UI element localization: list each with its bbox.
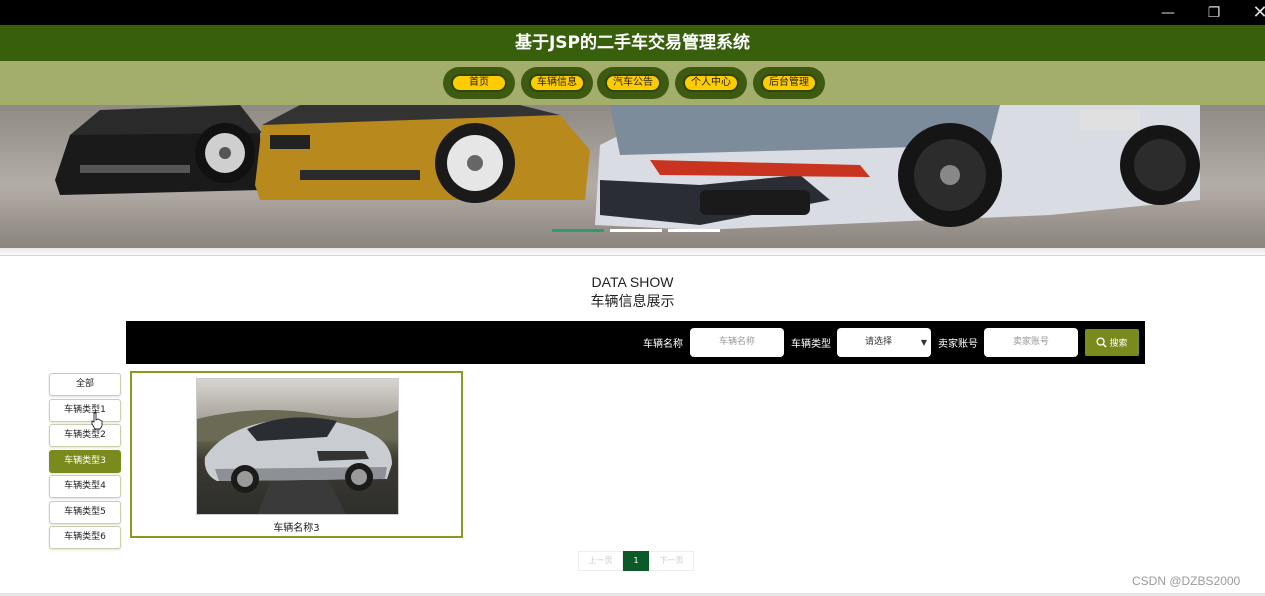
category-type-4[interactable]: 车辆类型4: [49, 475, 121, 498]
section-title-cn: 车辆信息展示: [590, 294, 675, 310]
search-icon: [1096, 337, 1108, 348]
category-type-2[interactable]: 车辆类型2: [49, 424, 121, 447]
slide-indicator-2[interactable]: [610, 229, 662, 232]
search-button[interactable]: 搜索: [1085, 329, 1139, 356]
next-page-button[interactable]: 下一页: [649, 551, 694, 571]
vehicle-image: [196, 378, 399, 515]
watermark: CSDN @DZBS2000: [1132, 574, 1241, 588]
restore-icon[interactable]: ❐: [1192, 0, 1236, 28]
vehicle-name-label: 车辆名称: [643, 339, 683, 350]
main-nav: 首页 车辆信息 汽车公告 个人中心 后台管理: [0, 61, 1265, 105]
search-bar: 车辆名称 车辆名称 车辆类型 请选择 ▼ 卖家账号 卖家账号 搜索: [126, 321, 1145, 364]
slide-indicator-1[interactable]: [552, 229, 604, 232]
hero-banner: [0, 105, 1265, 248]
close-icon[interactable]: ✕: [1238, 0, 1265, 28]
category-type-1[interactable]: 车辆类型1: [49, 399, 121, 422]
vehicle-name-input[interactable]: 车辆名称: [690, 328, 784, 357]
search-button-label: 搜索: [1109, 339, 1128, 349]
vehicle-type-selected: 请选择: [865, 337, 893, 347]
banner-cars-image: [55, 105, 1200, 230]
vehicle-card-name: 车辆名称3: [273, 523, 320, 534]
chevron-down-icon: ▼: [920, 338, 927, 347]
category-type-3[interactable]: 车辆类型3: [49, 450, 121, 473]
category-type-5[interactable]: 车辆类型5: [49, 501, 121, 524]
nav-item-home[interactable]: 首页: [443, 67, 515, 99]
nav-label: 首页: [451, 74, 507, 92]
nav-label: 车辆信息: [529, 74, 585, 92]
nav-item-profile[interactable]: 个人中心: [675, 67, 747, 99]
seller-account-label: 卖家账号: [938, 339, 978, 350]
nav-label: 个人中心: [683, 74, 739, 92]
minimize-icon[interactable]: —: [1146, 0, 1190, 28]
vehicle-card[interactable]: 车辆名称3: [130, 371, 463, 538]
hand-cursor-icon: [91, 412, 103, 430]
nav-label: 汽车公告: [605, 74, 661, 92]
site-header: 基于JSP的二手车交易管理系统: [0, 25, 1265, 61]
slide-indicator-3[interactable]: [668, 229, 720, 232]
nav-item-notices[interactable]: 汽车公告: [597, 67, 669, 99]
seller-account-input[interactable]: 卖家账号: [984, 328, 1078, 357]
window-titlebar: — ❐ ✕: [0, 0, 1265, 25]
site-title: 基于JSP的二手车交易管理系统: [514, 33, 751, 53]
prev-page-button[interactable]: 上一页: [578, 551, 623, 571]
category-type-6[interactable]: 车辆类型6: [49, 526, 121, 549]
vehicle-type-label: 车辆类型: [791, 339, 831, 350]
category-all[interactable]: 全部: [49, 373, 121, 396]
page-1-button[interactable]: 1: [623, 551, 649, 571]
vehicle-type-select[interactable]: 请选择 ▼: [837, 328, 931, 357]
section-title-en: DATA SHOW: [591, 274, 674, 290]
nav-label: 后台管理: [761, 74, 817, 92]
nav-item-admin[interactable]: 后台管理: [753, 67, 825, 99]
banner-divider: [0, 248, 1265, 256]
nav-item-vehicles[interactable]: 车辆信息: [521, 67, 593, 99]
